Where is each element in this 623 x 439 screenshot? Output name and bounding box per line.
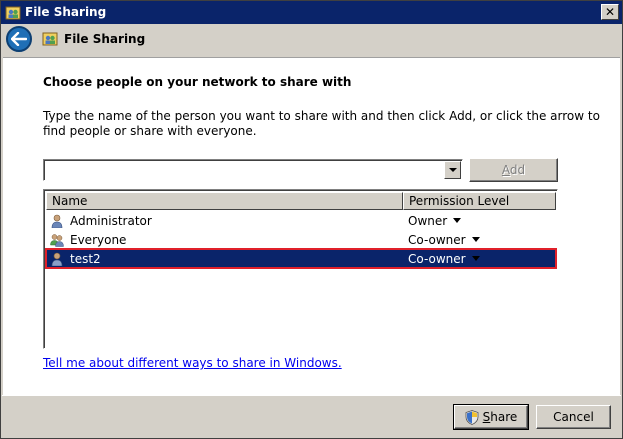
title-bar[interactable]: File Sharing ✕ (1, 1, 622, 24)
nav-header: File Sharing (2, 24, 621, 56)
person-name-input[interactable] (46, 162, 444, 178)
permission-dropdown[interactable]: Co-owner (408, 230, 480, 249)
user-icon (51, 214, 63, 228)
back-arrow-icon (11, 32, 27, 46)
row-name: Everyone (70, 232, 127, 247)
share-button-label: Share (482, 410, 518, 424)
people-list[interactable]: Name Permission Level Administrator Owne… (43, 189, 558, 349)
permission-value: Co-owner (408, 232, 466, 247)
chevron-down-icon (471, 256, 480, 261)
permission-value: Owner (408, 213, 448, 228)
dialog-footer: Share Cancel (2, 395, 621, 438)
user-icon (51, 252, 63, 266)
back-button[interactable] (6, 26, 32, 52)
list-header: Name Permission Level (46, 192, 556, 210)
close-icon: ✕ (604, 5, 616, 19)
row-name: Administrator (70, 213, 152, 228)
row-name-cell: Administrator (50, 211, 152, 230)
chevron-down-icon (453, 218, 462, 223)
close-button[interactable]: ✕ (601, 4, 619, 20)
chevron-down-icon (448, 168, 457, 172)
column-header-name[interactable]: Name (46, 192, 403, 210)
list-row-everyone[interactable]: Everyone Co-owner (46, 230, 556, 249)
page-heading: Choose people on your network to share w… (43, 75, 352, 89)
add-button-label: Add (501, 163, 526, 177)
row-name: test2 (70, 251, 101, 266)
file-sharing-dialog: File Sharing ✕ File Sharing Choose peopl… (0, 0, 623, 439)
add-button[interactable]: Add (469, 158, 558, 182)
permission-dropdown[interactable]: Owner (408, 211, 462, 230)
file-sharing-icon (42, 32, 58, 46)
chevron-down-icon (471, 237, 480, 242)
main-panel: Choose people on your network to share w… (3, 57, 620, 395)
row-name-cell: test2 (50, 249, 101, 268)
row-name-cell: Everyone (50, 230, 126, 249)
person-combobox[interactable] (43, 159, 463, 181)
list-row-administrator[interactable]: Administrator Owner (46, 211, 556, 230)
combo-dropdown-button[interactable] (444, 161, 461, 179)
share-button[interactable]: Share (453, 404, 529, 430)
permission-value: Co-owner (408, 251, 466, 266)
cancel-button-label: Cancel (553, 410, 594, 424)
column-header-permission[interactable]: Permission Level (403, 192, 556, 210)
file-sharing-icon (5, 6, 21, 20)
cancel-button[interactable]: Cancel (536, 405, 611, 429)
nav-title: File Sharing (64, 32, 146, 46)
window-title: File Sharing (25, 5, 107, 19)
permission-dropdown[interactable]: Co-owner (408, 249, 480, 268)
list-row-test2[interactable]: test2 Co-owner (45, 248, 557, 269)
group-icon (50, 233, 64, 247)
instructions-text: Type the name of the person you want to … (43, 109, 600, 138)
help-link[interactable]: Tell me about different ways to share in… (43, 356, 342, 370)
uac-shield-icon (465, 409, 479, 425)
